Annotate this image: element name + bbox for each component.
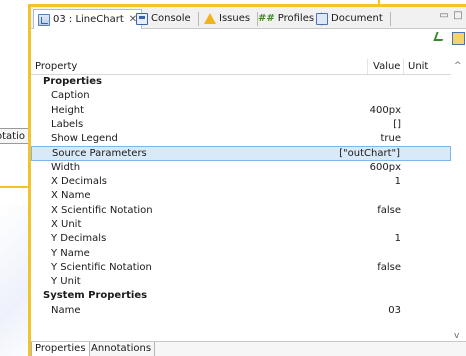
properties-view: 03 : LineChart ✕ Console Issues ## Profi… [31, 7, 466, 356]
vertical-scrollbar[interactable]: ^ v [451, 59, 466, 342]
table-row[interactable]: Name 03 [31, 304, 451, 318]
tab-label: Console [151, 13, 191, 24]
tab-document[interactable]: Document [311, 9, 396, 28]
property-name: Y Decimals [51, 233, 107, 245]
property-value[interactable]: ["outChart"] [339, 147, 400, 161]
table-row[interactable]: Y Unit [31, 275, 451, 289]
view-toolbar [31, 29, 466, 47]
table-row[interactable]: X Name [31, 189, 451, 203]
property-value[interactable]: 03 [388, 304, 401, 318]
property-name: Source Parameters [52, 148, 147, 160]
property-name: Height [51, 104, 85, 116]
table-row[interactable]: Width 600px [31, 161, 451, 175]
console-icon [136, 12, 148, 25]
maximize-icon[interactable]: □ [453, 11, 463, 21]
property-name: Y Unit [51, 276, 81, 288]
minimize-icon[interactable]: ▭ [439, 11, 449, 21]
property-name: Properties [43, 76, 102, 87]
column-header-property[interactable]: Property [35, 59, 77, 74]
column-header-value[interactable]: Value [373, 59, 400, 74]
tab-label: 03 : LineChart [53, 14, 124, 25]
property-name: X Name [51, 190, 91, 202]
tab-label: Document [331, 13, 383, 24]
property-value[interactable]: true [380, 132, 401, 146]
document-icon [316, 12, 328, 25]
pin-icon[interactable] [433, 32, 446, 41]
table-row[interactable]: Labels [] [31, 118, 451, 132]
category-row[interactable]: Properties [31, 75, 451, 89]
table-header: Property Value Unit [31, 59, 451, 75]
column-divider[interactable] [403, 59, 404, 74]
hash-icon: ## [258, 13, 275, 24]
scroll-up-icon[interactable]: ^ [454, 61, 462, 71]
category-row[interactable]: System Properties [31, 289, 451, 303]
bottom-tab-bar: Properties Annotations [31, 341, 466, 356]
property-name: Y Scientific Notation [51, 261, 152, 273]
table-row[interactable]: Caption [31, 89, 451, 103]
property-name: System Properties [43, 290, 148, 302]
table-row[interactable]: X Unit [31, 218, 451, 232]
table-row[interactable]: Y Decimals 1 [31, 232, 451, 246]
highlighted-properties-panel: 03 : LineChart ✕ Console Issues ## Profi… [28, 4, 466, 356]
tab-label: Profiles [277, 13, 315, 24]
table-row[interactable]: Y Scientific Notation false [31, 261, 451, 275]
tab-annotations[interactable]: Annotations [88, 342, 156, 356]
property-name: Name [51, 304, 81, 316]
tab-label: Issues [219, 13, 251, 24]
table-row[interactable]: Source Parameters ["outChart"] [31, 146, 451, 161]
property-value[interactable]: [] [393, 118, 401, 132]
table-row[interactable]: Show Legend true [31, 132, 451, 146]
property-name: Show Legend [51, 133, 118, 145]
view-menu-icon[interactable] [452, 32, 465, 45]
property-name: Y Name [51, 247, 90, 259]
table-row[interactable]: X Decimals 1 [31, 175, 451, 189]
property-name: X Decimals [51, 176, 108, 188]
background-connector [0, 178, 28, 188]
table-row[interactable]: Height 400px [31, 104, 451, 118]
column-divider[interactable] [367, 59, 368, 74]
background-tab-fragment: otatio [0, 128, 30, 144]
property-rows: Properties Caption Height 400px Labels[] Show… [31, 75, 451, 318]
tab-properties[interactable]: Properties [31, 342, 90, 356]
property-name: Width [51, 161, 81, 173]
property-value[interactable]: false [377, 204, 401, 218]
column-header-unit[interactable]: Unit [408, 59, 428, 74]
table-row[interactable]: Y Name [31, 247, 451, 261]
property-name: Caption [51, 90, 90, 102]
view-tab-bar: 03 : LineChart ✕ Console Issues ## Profi… [31, 7, 466, 29]
property-value[interactable]: 400px [370, 104, 401, 118]
property-value[interactable]: 1 [395, 232, 401, 246]
chart-icon [38, 13, 50, 26]
table-row[interactable]: X Scientific Notation false [31, 204, 451, 218]
property-name: X Scientific Notation [51, 204, 153, 216]
scroll-down-icon[interactable]: v [454, 331, 459, 341]
tab-console[interactable]: Console [131, 9, 204, 28]
warning-icon [204, 13, 216, 24]
property-value[interactable]: 1 [395, 175, 401, 189]
tab-linechart[interactable]: 03 : LineChart ✕ [33, 9, 143, 29]
tab-separator [389, 11, 391, 26]
property-value[interactable]: false [377, 261, 401, 275]
property-value[interactable]: 600px [370, 161, 401, 175]
property-name: Labels [51, 118, 84, 130]
property-name: X Unit [51, 218, 82, 230]
